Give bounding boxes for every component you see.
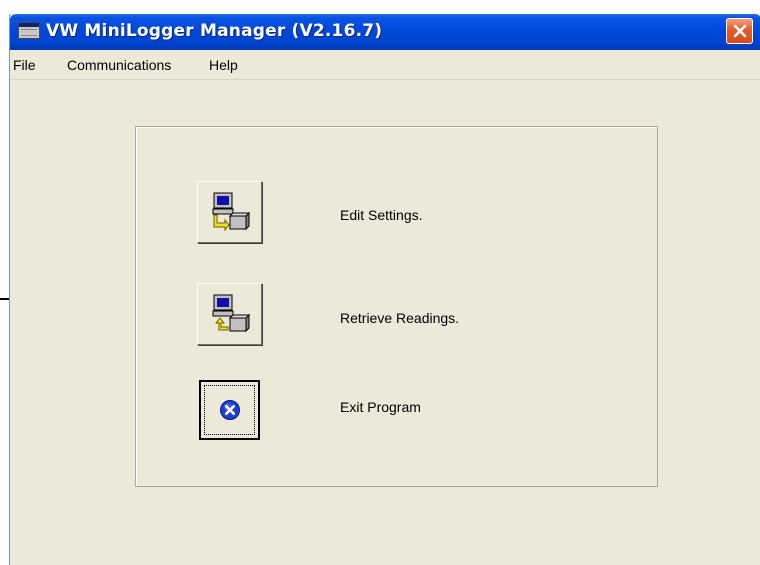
window-title: VW MiniLogger Manager (V2.16.7) [46,21,383,41]
edit-settings-label: Edit Settings. [340,207,423,223]
exit-program-label: Exit Program [340,399,421,415]
exit-program-button[interactable] [199,380,260,440]
retrieve-readings-button[interactable] [197,283,262,345]
app-window-icon [18,22,40,39]
logger-to-computer-icon [212,294,250,333]
edit-settings-button[interactable] [197,181,262,243]
app-window: VW MiniLogger Manager (V2.16.7) File Com… [9,14,760,565]
actions-panel: Edit Settings. Retrieve Readings. Exit P… [135,126,658,487]
menu-help[interactable]: Help [209,57,238,73]
computer-to-logger-icon [212,192,250,232]
close-button[interactable] [726,18,753,44]
menu-communications[interactable]: Communications [67,57,171,73]
menu-bar: File Communications Help [10,50,760,80]
retrieve-readings-label: Retrieve Readings. [340,310,460,326]
title-bar[interactable]: VW MiniLogger Manager (V2.16.7) [10,14,760,50]
close-icon [733,24,747,38]
exit-x-icon [219,400,240,420]
menu-file[interactable]: File [13,57,36,73]
